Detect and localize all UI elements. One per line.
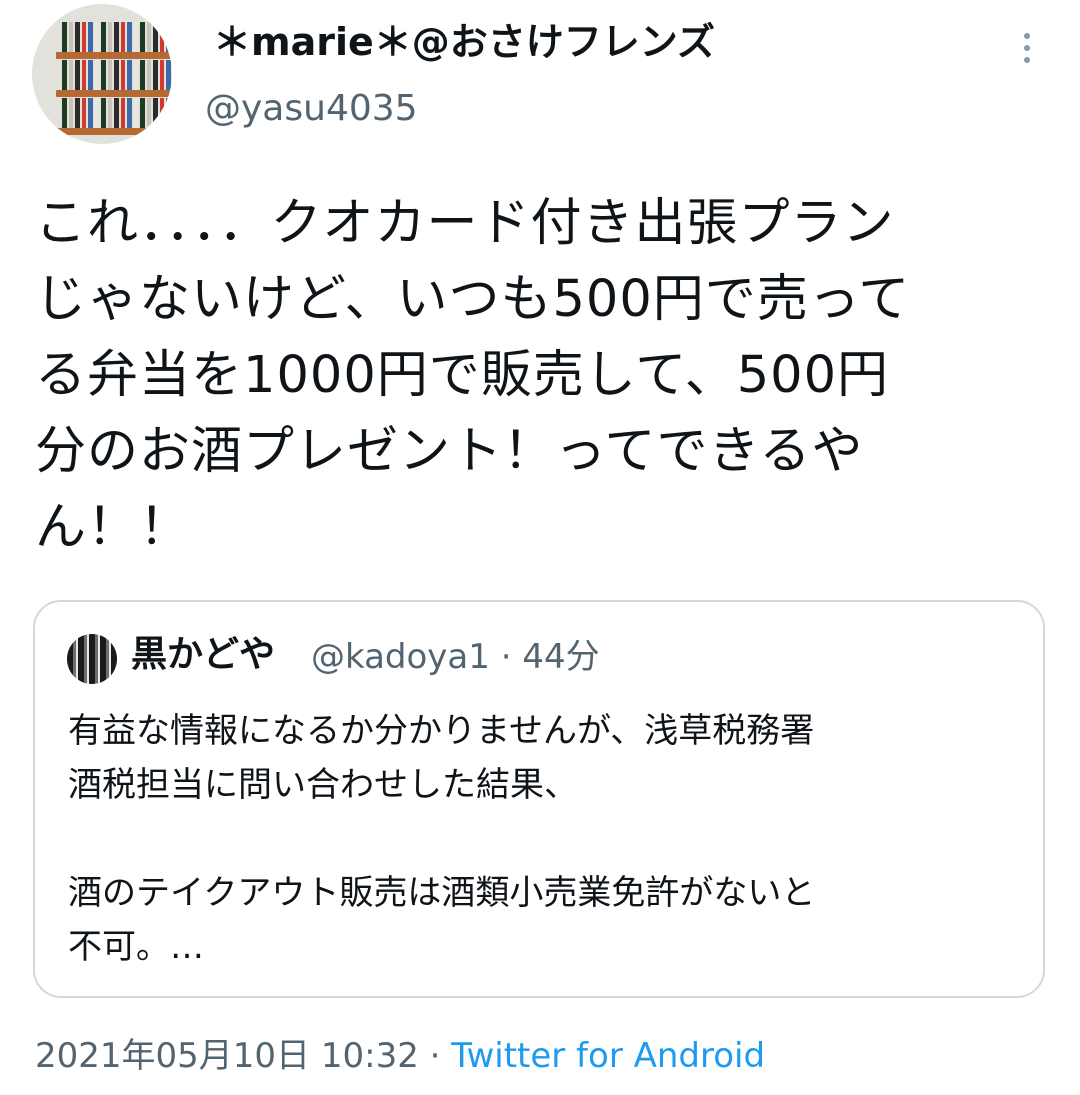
quoted-author-display-name: 黒かどや bbox=[131, 634, 276, 675]
avatar-bottles-row bbox=[62, 98, 172, 128]
more-vertical-icon[interactable] bbox=[1014, 28, 1040, 68]
quoted-time-ago: 44分 bbox=[522, 637, 600, 677]
quoted-tweet-card[interactable]: 黒かどや @kadoya1 · 44分 有益な情報になるか分かりませんが、浅草税… bbox=[33, 600, 1045, 998]
quoted-tweet-text: 有益な情報になるか分かりませんが、浅草税務署 酒税担当に問い合わせした結果、 酒… bbox=[68, 711, 816, 967]
tweet-timestamp[interactable]: 2021年05月10日 10:32 bbox=[35, 1036, 419, 1076]
quoted-author-avatar bbox=[67, 634, 117, 684]
meta-separator: · bbox=[489, 637, 523, 677]
quoted-author-handle: @kadoya1 bbox=[311, 637, 490, 677]
author-display-name[interactable]: ＊marie＊@おさけフレンズ bbox=[213, 18, 715, 66]
tweet-source-link[interactable]: Twitter for Android bbox=[451, 1036, 765, 1076]
avatar-shelf bbox=[56, 90, 172, 97]
avatar-bottles-row bbox=[62, 60, 172, 90]
tweet-text: これ．．．．クオカード付き出張プラン じゃないけど、いつも500円で売って る弁… bbox=[35, 194, 911, 557]
avatar-shelf bbox=[56, 128, 172, 135]
meta-separator: · bbox=[418, 1036, 452, 1076]
avatar-bottles-row bbox=[62, 22, 172, 52]
avatar-shelf bbox=[56, 52, 172, 59]
author-handle[interactable]: @yasu4035 bbox=[205, 86, 418, 132]
quoted-author-meta: @kadoya1 · 44分 bbox=[311, 634, 600, 680]
author-avatar[interactable] bbox=[32, 4, 172, 144]
tweet-meta: 2021年05月10日 10:32 · Twitter for Android bbox=[35, 1032, 765, 1080]
